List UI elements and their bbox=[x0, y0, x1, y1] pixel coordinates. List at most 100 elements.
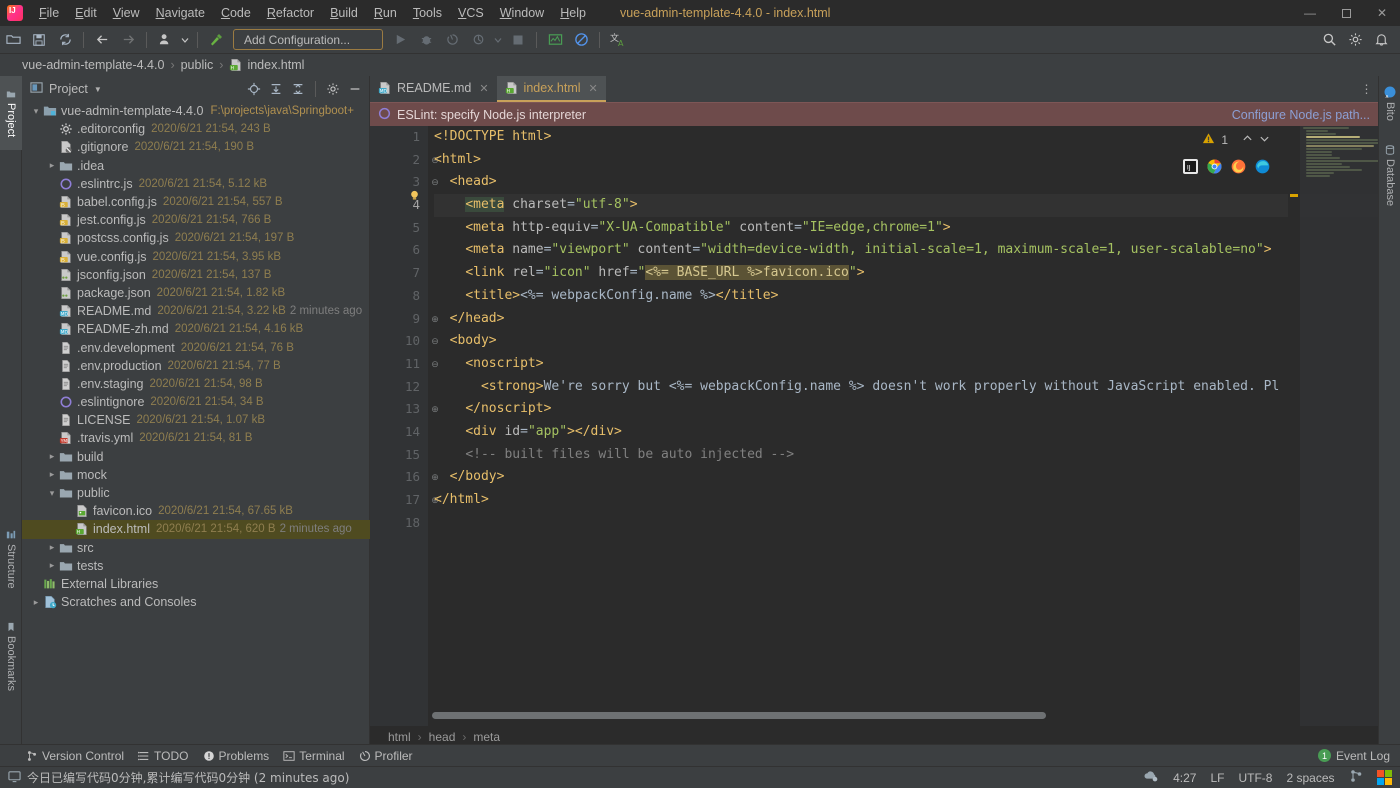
run-dropdown-icon[interactable] bbox=[493, 29, 503, 51]
back-arrow-icon[interactable] bbox=[91, 29, 113, 51]
menu-tools[interactable]: Tools bbox=[405, 3, 450, 23]
close-tab-icon[interactable]: ✕ bbox=[589, 82, 598, 95]
minimize-button[interactable]: — bbox=[1292, 0, 1328, 26]
tree-row[interactable]: package.json 2020/6/21 21:54, 1.82 kB bbox=[22, 284, 370, 302]
chevron-down-icon[interactable]: ▾ bbox=[46, 488, 58, 499]
tree-row[interactable]: ▾ vue-admin-template-4.4.0 F:\projects\jav… bbox=[22, 102, 370, 120]
breadcrumb-item-2[interactable]: Hindex.html bbox=[229, 58, 304, 72]
next-problem-icon[interactable] bbox=[1259, 133, 1270, 147]
editor-horizontal-scrollbar[interactable] bbox=[370, 710, 1378, 720]
maximize-button[interactable] bbox=[1328, 0, 1364, 26]
tree-row[interactable]: ▸ mock bbox=[22, 466, 370, 484]
intention-bulb-icon[interactable] bbox=[408, 189, 422, 203]
close-button[interactable]: ✕ bbox=[1364, 0, 1400, 26]
tree-row[interactable]: .env.staging 2020/6/21 21:54, 98 B bbox=[22, 375, 370, 393]
tree-row[interactable]: .env.development 2020/6/21 21:54, 76 B bbox=[22, 338, 370, 356]
run-coverage-icon[interactable] bbox=[441, 29, 463, 51]
project-file-tree[interactable]: ▾ vue-admin-template-4.4.0 F:\projects\jav… bbox=[22, 102, 370, 748]
profile-run-icon[interactable] bbox=[467, 29, 489, 51]
edge-icon[interactable] bbox=[1255, 159, 1270, 174]
tree-row[interactable]: LICENSE 2020/6/21 21:54, 1.07 kB bbox=[22, 411, 370, 429]
run-icon[interactable] bbox=[389, 29, 411, 51]
editor-options-icon[interactable]: ⋮ bbox=[1356, 76, 1378, 102]
no-entry-icon[interactable] bbox=[570, 29, 592, 51]
prev-problem-icon[interactable] bbox=[1242, 133, 1253, 147]
close-tab-icon[interactable]: ✕ bbox=[479, 82, 488, 95]
hide-panel-icon[interactable] bbox=[345, 79, 365, 99]
forward-arrow-icon[interactable] bbox=[117, 29, 139, 51]
tree-row[interactable]: JS jest.config.js 2020/6/21 21:54, 766 B bbox=[22, 211, 370, 229]
tree-row[interactable]: JS vue.config.js 2020/6/21 21:54, 3.95 kB bbox=[22, 248, 370, 266]
tree-row[interactable]: JS postcss.config.js 2020/6/21 21:54, 197 … bbox=[22, 229, 370, 247]
tree-row[interactable]: .env.production 2020/6/21 21:54, 77 B bbox=[22, 357, 370, 375]
chevron-right-icon[interactable]: ▸ bbox=[46, 160, 58, 171]
chrome-icon[interactable] bbox=[1207, 159, 1222, 174]
event-log-group[interactable]: 1 Event Log bbox=[1317, 749, 1400, 763]
sync-icon[interactable] bbox=[54, 29, 76, 51]
debug-icon[interactable] bbox=[415, 29, 437, 51]
menu-run[interactable]: Run bbox=[366, 3, 405, 23]
error-stripe-marks[interactable] bbox=[1288, 126, 1300, 748]
sidebar-item-bookmarks[interactable]: Bookmarks bbox=[0, 614, 22, 700]
git-branch-icon[interactable] bbox=[1349, 769, 1363, 786]
configure-nodejs-path-link[interactable]: Configure Node.js path... bbox=[1232, 108, 1370, 122]
bottom-tab-profiler[interactable]: Profiler bbox=[359, 749, 413, 763]
code-minimap[interactable] bbox=[1300, 126, 1378, 748]
tree-row[interactable]: .eslintignore 2020/6/21 21:54, 34 B bbox=[22, 393, 370, 411]
cloud-settings-icon[interactable] bbox=[1143, 769, 1159, 786]
expand-all-icon[interactable] bbox=[266, 79, 286, 99]
editor-tab-index-html[interactable]: Hindex.html ✕ bbox=[496, 76, 606, 102]
settings-gear-icon[interactable] bbox=[323, 79, 343, 99]
indent-setting[interactable]: 2 spaces bbox=[1286, 771, 1334, 785]
breadcrumb-item-1[interactable]: public bbox=[181, 58, 214, 72]
tree-row[interactable]: JS babel.config.js 2020/6/21 21:54, 557 B bbox=[22, 193, 370, 211]
menu-vcs[interactable]: VCS bbox=[450, 3, 492, 23]
menu-view[interactable]: View bbox=[105, 3, 148, 23]
menu-build[interactable]: Build bbox=[322, 3, 366, 23]
bottom-tab-version-control[interactable]: Version Control bbox=[26, 749, 124, 763]
sidebar-item-structure[interactable]: Structure bbox=[0, 520, 22, 598]
warning-stripe-mark[interactable] bbox=[1290, 194, 1298, 197]
code-editor[interactable]: 1 2 3 4 5 6 7 8 9 10 11 12 13 14 15 16 17 18 ⊖ ⊖ ⊕ ⊖ ⊖ ⊕ ⊕ ⊕ <!D… bbox=[370, 126, 1378, 748]
chevron-down-icon[interactable]: ▼ bbox=[94, 85, 102, 94]
menu-window[interactable]: Window bbox=[492, 3, 552, 23]
windows-logo-icon[interactable] bbox=[1376, 769, 1392, 786]
open-folder-icon[interactable] bbox=[2, 29, 24, 51]
profile-dropdown-icon[interactable] bbox=[180, 29, 190, 51]
tree-row[interactable]: .editorconfig 2020/6/21 21:54, 243 B bbox=[22, 120, 370, 138]
caret-position[interactable]: 4:27 bbox=[1173, 771, 1196, 785]
tree-row[interactable]: ▾ public bbox=[22, 484, 370, 502]
firefox-icon[interactable] bbox=[1231, 159, 1246, 174]
tree-row[interactable]: .eslintrc.js 2020/6/21 21:54, 5.12 kB bbox=[22, 175, 370, 193]
file-encoding[interactable]: UTF-8 bbox=[1238, 771, 1272, 785]
menu-edit[interactable]: Edit bbox=[67, 3, 105, 23]
chevron-right-icon[interactable]: ▸ bbox=[46, 469, 58, 480]
editor-tab-README-md[interactable]: MD README.md ✕ bbox=[370, 76, 497, 102]
bottom-tab-terminal[interactable]: Terminal bbox=[283, 749, 345, 763]
collapse-all-icon[interactable] bbox=[288, 79, 308, 99]
locate-icon[interactable] bbox=[244, 79, 264, 99]
tree-row[interactable]: MD README.md 2020/6/21 21:54, 3.22 kB 2 min… bbox=[22, 302, 370, 320]
tree-row[interactable]: ▸ Scratches and Consoles bbox=[22, 593, 370, 611]
translate-icon[interactable]: 文A bbox=[607, 29, 629, 51]
chevron-right-icon[interactable]: ▸ bbox=[46, 451, 58, 462]
stop-icon[interactable] bbox=[507, 29, 529, 51]
menu-code[interactable]: Code bbox=[213, 3, 259, 23]
menu-navigate[interactable]: Navigate bbox=[148, 3, 213, 23]
search-icon[interactable] bbox=[1318, 29, 1340, 51]
tree-row[interactable]: ▸ tests bbox=[22, 557, 370, 575]
sidebar-item-database[interactable]: Database bbox=[1379, 134, 1400, 218]
chevron-right-icon[interactable]: ▸ bbox=[46, 542, 58, 553]
tree-row[interactable]: External Libraries bbox=[22, 575, 370, 593]
menu-help[interactable]: Help bbox=[552, 3, 594, 23]
tree-row[interactable]: MD README-zh.md 2020/6/21 21:54, 4.16 kB bbox=[22, 320, 370, 338]
run-configuration-selector[interactable]: Add Configuration... bbox=[233, 29, 383, 50]
notifications-bell-icon[interactable] bbox=[1370, 29, 1392, 51]
bottom-tab-problems[interactable]: Problems bbox=[203, 749, 269, 763]
tree-row[interactable]: jsconfig.json 2020/6/21 21:54, 137 B bbox=[22, 266, 370, 284]
tree-row[interactable]: ▸ .idea bbox=[22, 157, 370, 175]
tree-row[interactable]: ▸ src bbox=[22, 539, 370, 557]
editor-breadcrumb-item[interactable]: meta bbox=[473, 730, 500, 744]
inspection-widget[interactable]: 1 bbox=[1202, 132, 1270, 148]
tree-row[interactable]: ▸ build bbox=[22, 448, 370, 466]
